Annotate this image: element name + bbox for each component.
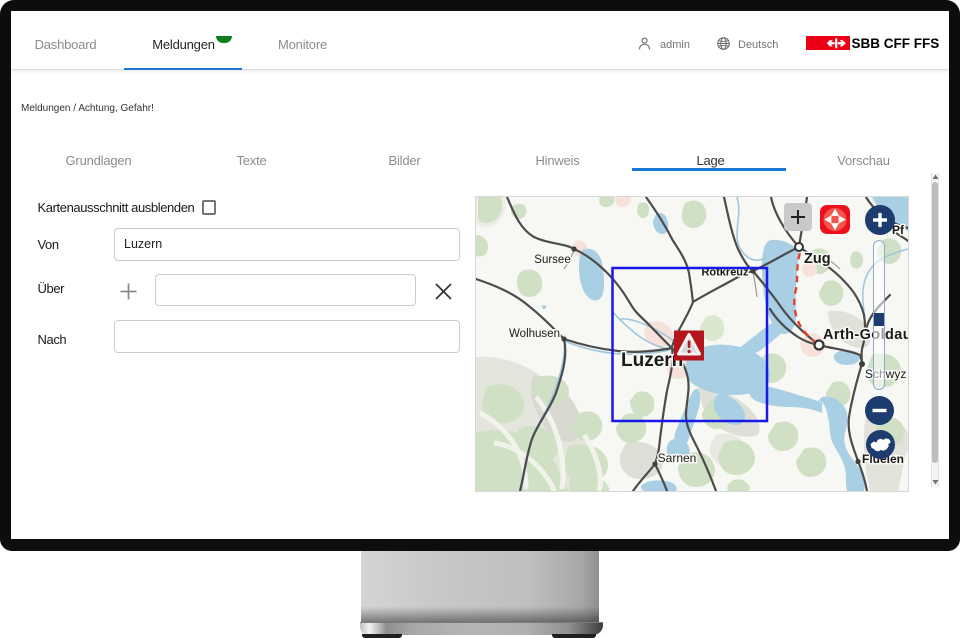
svg-text:Sarnen: Sarnen xyxy=(658,451,697,465)
svg-text:Sursee: Sursee xyxy=(534,254,570,266)
svg-text:Wolhusen: Wolhusen xyxy=(509,328,560,340)
svg-text:Arth-Goldau: Arth-Goldau xyxy=(823,327,908,343)
svg-text:Luzern: Luzern xyxy=(621,350,683,371)
svg-text:Zug: Zug xyxy=(804,251,831,267)
svg-text:Schwyz: Schwyz xyxy=(865,367,906,381)
